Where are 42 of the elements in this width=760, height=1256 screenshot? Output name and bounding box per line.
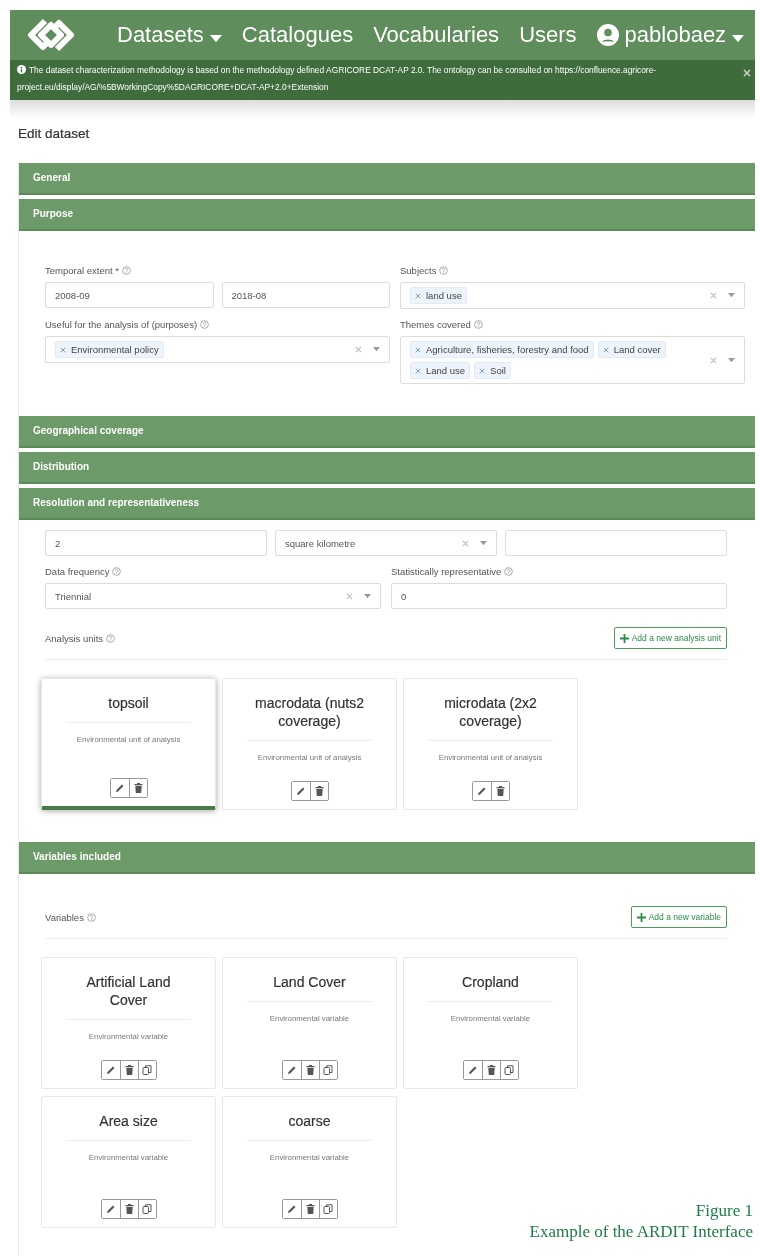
multi-select-field[interactable]: Agriculture, fisheries, forestry and food Land cover Land use Soil [400, 336, 745, 384]
card-title: microdata (2x2 coverage) [443, 694, 538, 730]
field-label: Temporal extent * [45, 265, 390, 276]
input-field[interactable]: 2 [45, 530, 267, 556]
card-title: Artificial Land Cover [85, 973, 172, 1009]
field-label: Subjects [400, 265, 745, 276]
add-button[interactable]: Add a new analysis unit [613, 627, 727, 649]
add-button[interactable]: Add a new variable [630, 906, 727, 928]
select-field[interactable]: Triennial [45, 583, 381, 609]
nav-link[interactable]: Catalogues [241, 22, 354, 48]
nav-link[interactable]: Vocabularies [373, 22, 500, 48]
tag: Land use [410, 362, 471, 379]
field-label: Useful for the analysis of (purposes) [45, 319, 390, 330]
card-title: macrodata (nuts2 coverage) [254, 694, 365, 730]
tag: Agriculture, fisheries, forestry and food [410, 341, 594, 358]
tag: Land cover [597, 341, 666, 358]
nav-link[interactable]: Users [519, 22, 577, 48]
tag: land use [410, 287, 467, 304]
field-label: Data frequency [45, 566, 381, 577]
card-title: Cropland [462, 973, 519, 991]
card-title: coarse [288, 1112, 331, 1130]
select-field[interactable]: square kilometre [275, 530, 497, 556]
card-title: Area size [99, 1112, 158, 1130]
tag: Environmental policy [55, 341, 164, 358]
card-title: topsoil [108, 694, 149, 712]
tag: Soil [474, 362, 511, 379]
figure-number: Figure 1 [694, 1200, 753, 1221]
field-label: Themes covered [400, 319, 745, 330]
page-title: Edit dataset [18, 126, 91, 141]
user-menu[interactable]: pablobaez [596, 22, 745, 48]
banner-text: The dataset characterization methodology is based on the methodology defined AGRICORE DCAT-AP 2.0. The ontology can be consulted on https://confluence.agricore-project.eu/display/AG/%5BWorkingCopy%5DAGRICORE+DCAT-AP+2.0+Extension [17, 64, 658, 94]
input-field[interactable]: 0 [391, 583, 727, 609]
nav-link[interactable]: Datasets [117, 22, 222, 48]
multi-select-field[interactable]: Environmental policy [45, 336, 390, 363]
field-label: Statistically representative [391, 566, 727, 577]
input-field[interactable]: 2008-09 [45, 282, 214, 308]
figure-caption: Example of the ARDIT Interface [529, 1221, 753, 1242]
list-label: Variables [45, 911, 96, 923]
card-title: Land Cover [273, 973, 346, 991]
input-field[interactable]: 2018-08 [221, 282, 390, 308]
multi-select-field[interactable]: land use [400, 282, 745, 309]
list-label: Analysis units [45, 632, 116, 644]
